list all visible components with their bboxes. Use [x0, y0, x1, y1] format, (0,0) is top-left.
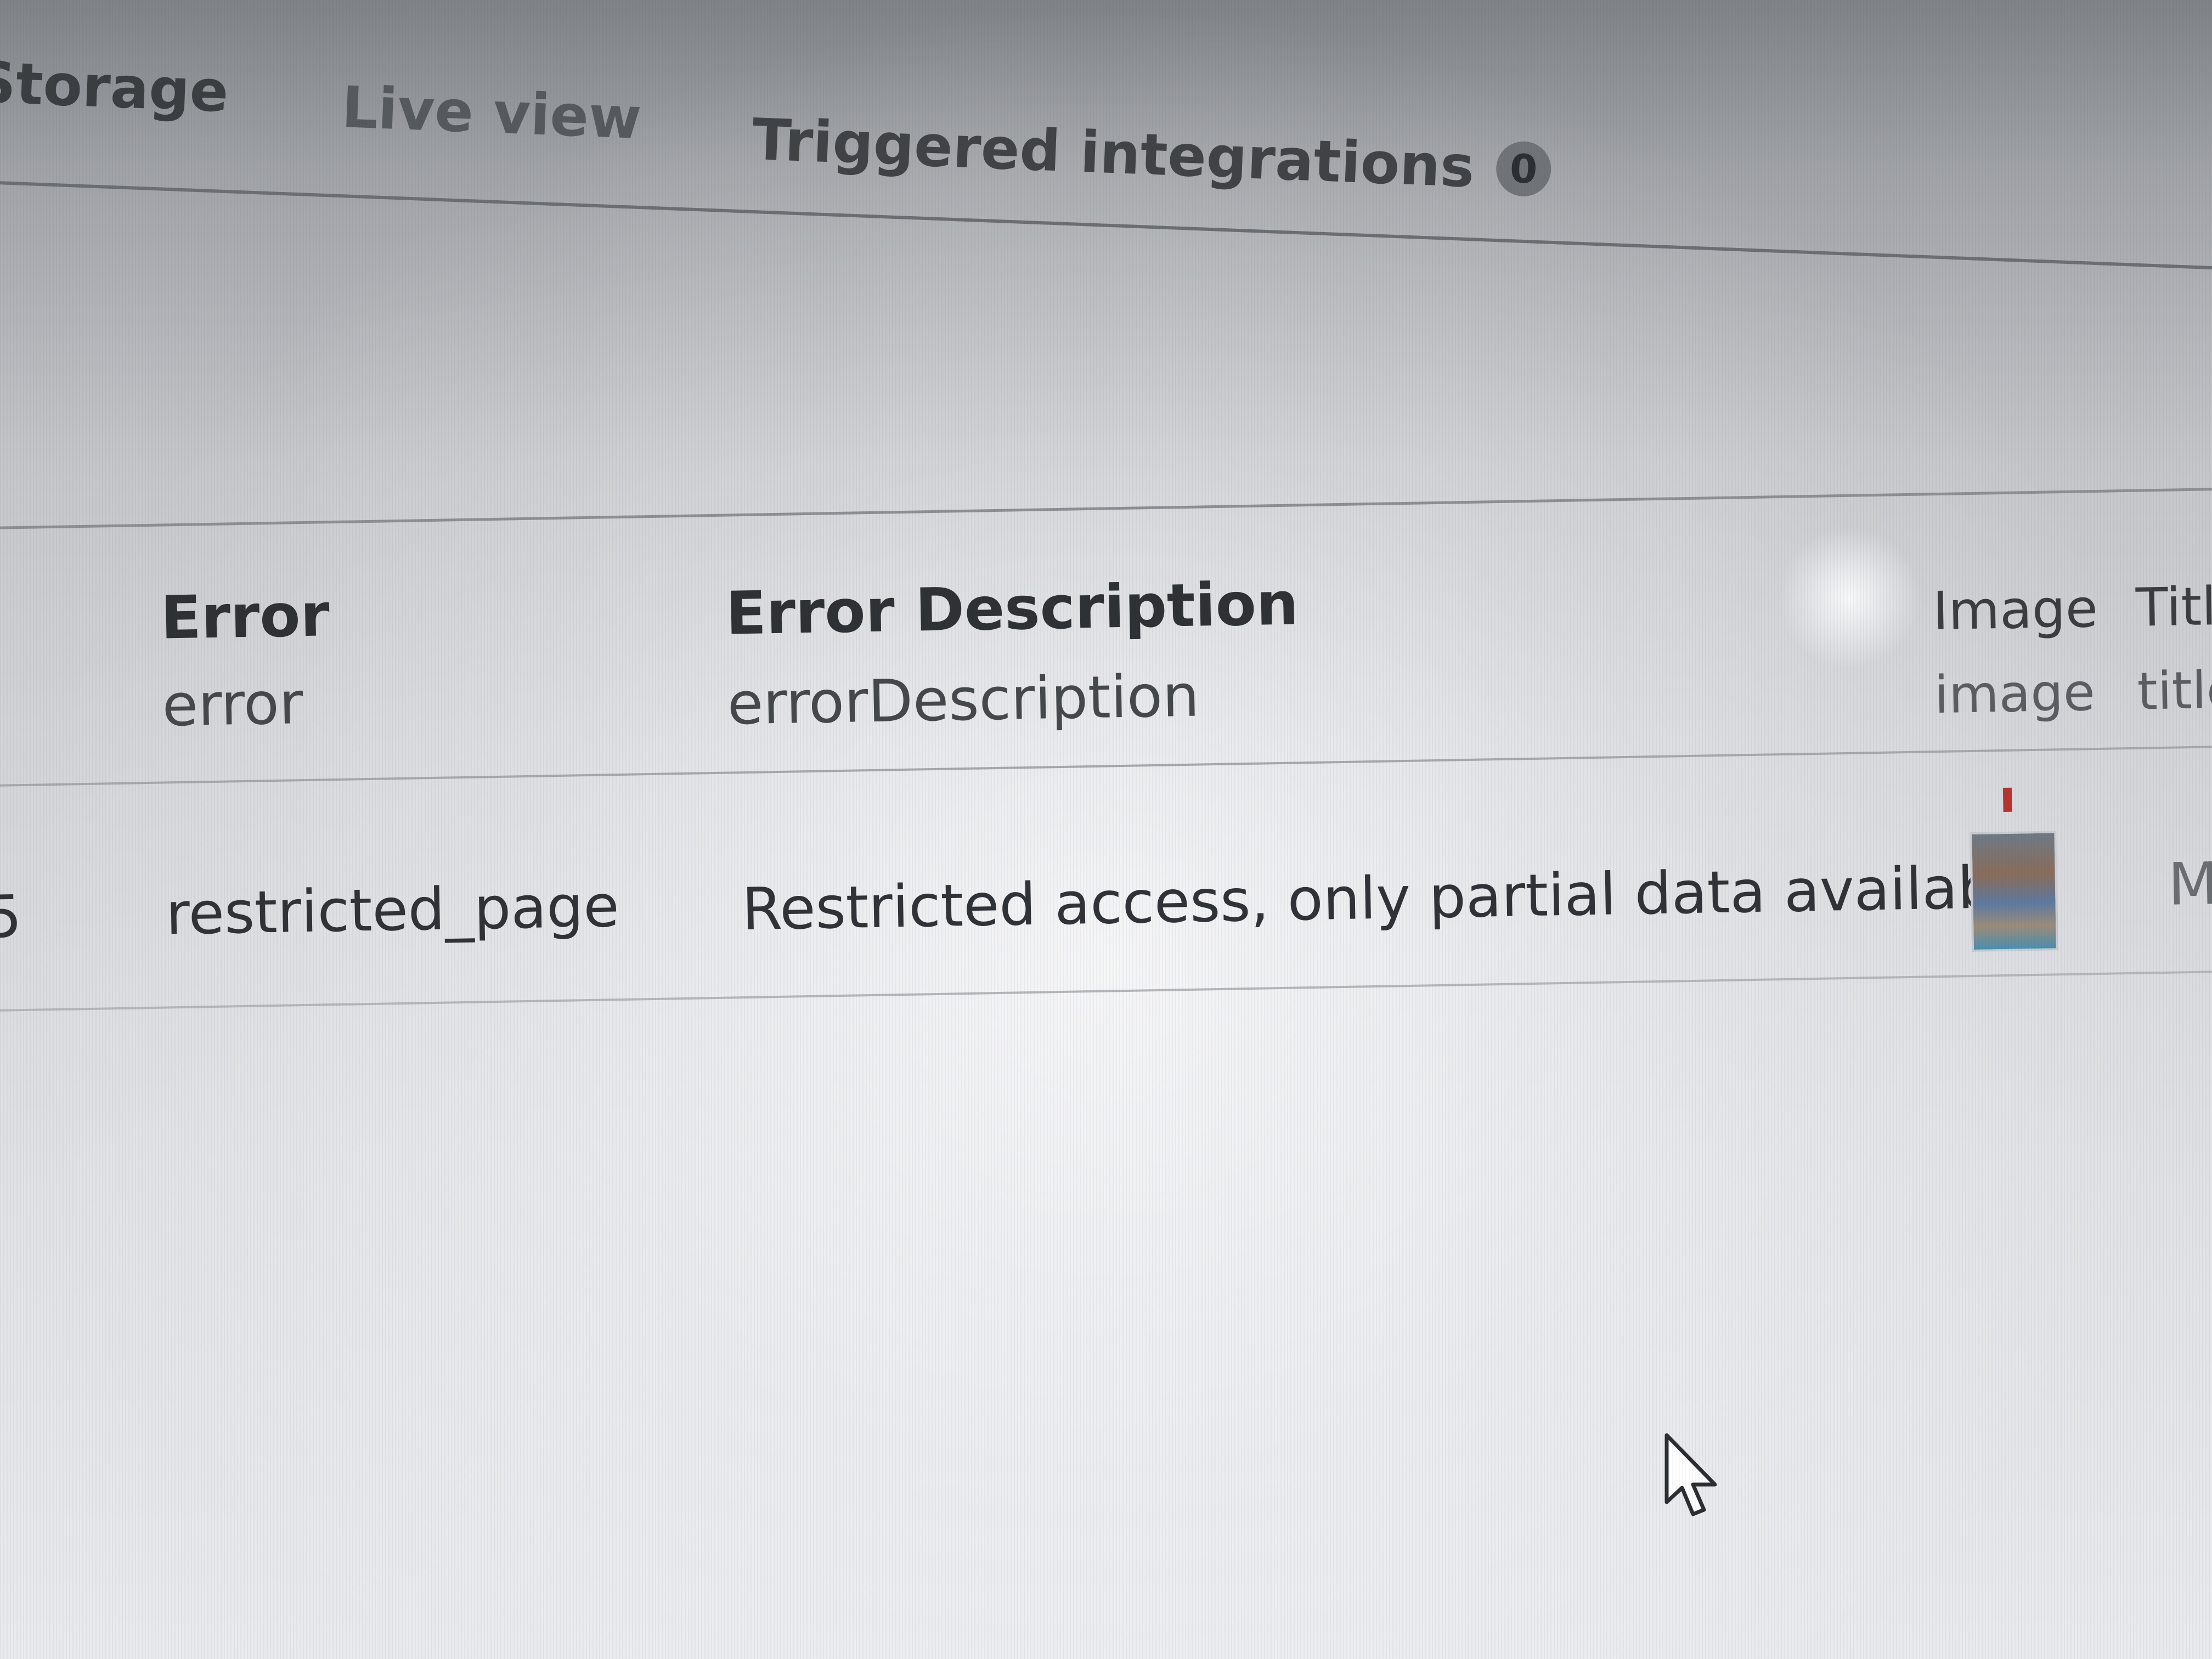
triggered-count-badge: 0 [1495, 140, 1553, 198]
error-cell: restricted_page [165, 872, 620, 948]
title-cell: M [2167, 850, 2212, 918]
image-thumbnail[interactable] [1970, 831, 2059, 952]
tab-bar-divider [0, 178, 2212, 273]
row-index-cell: 5 [0, 883, 22, 951]
column-header-image[interactable]: Image [1932, 578, 2098, 642]
screen: Storage Live view Triggered integrations… [0, 0, 2212, 1659]
arrow-cursor-icon [1664, 1433, 1717, 1516]
results-table: Error error Error Description errorDescr… [0, 486, 2212, 1103]
column-header-error[interactable]: Error [160, 581, 330, 652]
column-key-title: title [2136, 660, 2212, 722]
tab-storage[interactable]: Storage [0, 48, 230, 125]
column-key-error-description: errorDescription [726, 662, 1200, 738]
row-divider [0, 969, 2212, 1012]
tab-live-view[interactable]: Live view [341, 74, 643, 152]
table-top-border [0, 486, 2212, 529]
header-divider [0, 744, 2212, 787]
column-header-title[interactable]: Title [2135, 575, 2212, 639]
tab-triggered-integrations[interactable]: Triggered integrations 0 [751, 106, 1553, 204]
column-key-error: error [161, 669, 304, 740]
column-header-error-description[interactable]: Error Description [725, 569, 1299, 648]
error-description-cell: Restricted access, only partial data ava… [741, 853, 2047, 944]
thumbnail-marker [2002, 787, 2012, 812]
tab-bar: Storage Live view Triggered integrations… [0, 0, 2212, 283]
column-key-image: image [1933, 663, 2096, 726]
tab-triggered-label: Triggered integrations [751, 105, 1476, 201]
